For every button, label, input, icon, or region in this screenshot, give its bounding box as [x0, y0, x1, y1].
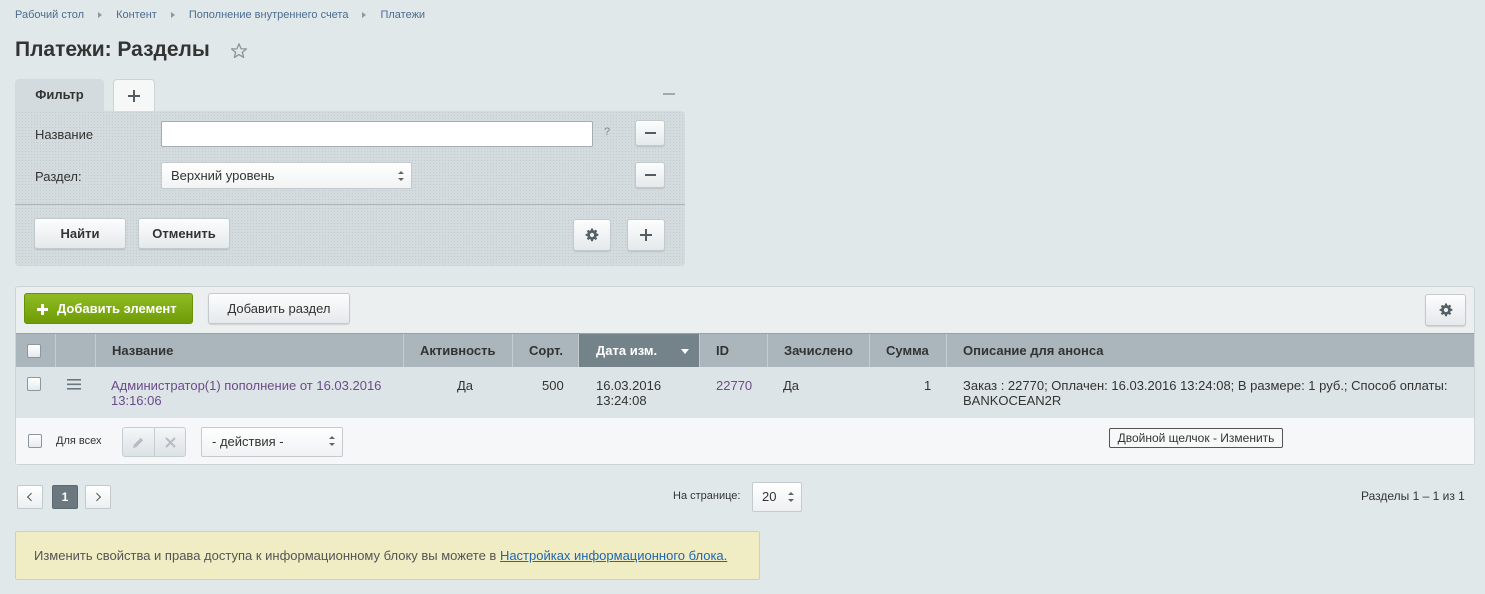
dblclick-hint-tooltip: Двойной щелчок - Изменить: [1109, 428, 1283, 448]
column-header-id[interactable]: ID: [700, 334, 768, 368]
per-page-label: На странице:: [673, 490, 741, 502]
column-header-active[interactable]: Активность: [404, 334, 513, 368]
column-header-sort[interactable]: Сорт.: [513, 334, 579, 368]
cancel-button[interactable]: Отменить: [138, 218, 230, 249]
add-filter-field-button[interactable]: [627, 219, 665, 251]
breadcrumb: Рабочий стол Контент Пополнение внутренн…: [15, 9, 425, 21]
row-checkbox[interactable]: [27, 377, 41, 391]
iblock-settings-link[interactable]: Настройках информационного блока.: [500, 548, 727, 563]
breadcrumb-item-payments[interactable]: Платежи: [380, 9, 425, 21]
for-all-checkbox[interactable]: [28, 434, 42, 448]
column-header-sum[interactable]: Сумма: [870, 334, 947, 368]
group-actions: [122, 427, 186, 457]
row-menu-icon[interactable]: [67, 379, 81, 390]
row-id-link[interactable]: 22770: [716, 378, 752, 393]
list-settings-button[interactable]: [1425, 294, 1466, 326]
minus-icon: [645, 174, 656, 176]
tab-filter[interactable]: Фильтр: [15, 79, 104, 111]
add-element-label: Добавить элемент: [57, 301, 177, 316]
info-text: Изменить свойства и права доступа к инфо…: [34, 548, 500, 563]
page-1-button[interactable]: 1: [52, 485, 78, 509]
add-filter-tab-button[interactable]: [113, 79, 155, 111]
column-header-date-label: Дата изм.: [596, 343, 658, 358]
for-all-label: Для всех: [56, 435, 102, 447]
header-checkbox-cell: [16, 334, 56, 368]
breadcrumb-item-account-topup[interactable]: Пополнение внутреннего счета: [189, 9, 349, 21]
filter-divider: [15, 204, 685, 205]
info-notice: Изменить свойства и права доступа к инфо…: [15, 531, 760, 580]
select-arrows-icon: [398, 171, 404, 181]
column-header-credited[interactable]: Зачислено: [768, 334, 870, 368]
filter-section-select[interactable]: Верхний уровень: [161, 162, 412, 189]
select-arrows-icon: [788, 492, 794, 502]
column-header-description[interactable]: Описание для анонса: [947, 334, 1474, 368]
sections-count: Разделы 1 – 1 из 1: [1361, 489, 1465, 503]
help-icon[interactable]: ?: [604, 126, 610, 138]
row-sort: 500: [542, 378, 564, 393]
column-header-name[interactable]: Название: [96, 334, 404, 368]
table-header: Название Активность Сорт. Дата изм. ID З…: [16, 333, 1474, 368]
prev-page-button[interactable]: [17, 485, 43, 509]
row-active: Да: [457, 378, 474, 393]
breadcrumb-separator-icon: [362, 12, 367, 18]
per-page-select[interactable]: 20: [752, 482, 802, 512]
remove-section-field-button[interactable]: [635, 162, 665, 188]
actions-select[interactable]: - действия -: [201, 427, 343, 457]
chevron-right-icon: [92, 492, 102, 502]
actions-select-value: - действия -: [212, 434, 284, 449]
add-section-button[interactable]: Добавить раздел: [208, 293, 350, 324]
star-icon[interactable]: [230, 42, 248, 60]
edit-pencil-icon[interactable]: [132, 436, 145, 449]
per-page-value: 20: [762, 489, 777, 504]
row-description: Заказ : 22770; Оплачен: 16.03.2016 13:24…: [963, 378, 1448, 408]
filter-name-label: Название: [35, 127, 94, 142]
delete-x-icon[interactable]: [165, 437, 176, 448]
breadcrumb-item-desktop[interactable]: Рабочий стол: [15, 9, 84, 21]
row-credited: Да: [783, 378, 800, 393]
column-header-date[interactable]: Дата изм.: [579, 334, 700, 368]
remove-name-field-button[interactable]: [635, 120, 665, 146]
sort-desc-icon: [681, 349, 689, 354]
select-arrows-icon: [329, 436, 335, 446]
table-row[interactable]: Администратор(1) пополнение от 16.03.201…: [16, 367, 1474, 418]
filter-name-input[interactable]: [161, 121, 593, 147]
minus-icon: [645, 132, 656, 134]
breadcrumb-separator-icon: [170, 12, 175, 18]
gear-icon: [585, 228, 599, 242]
find-button[interactable]: Найти: [34, 218, 126, 249]
row-date: 16.03.2016 13:24:08: [596, 378, 662, 408]
chevron-left-icon: [26, 492, 36, 502]
header-menu-cell: [56, 334, 96, 368]
filter-settings-button[interactable]: [573, 219, 611, 251]
add-element-button[interactable]: Добавить элемент: [24, 293, 193, 324]
next-page-button[interactable]: [85, 485, 111, 509]
page-title: Платежи: Разделы: [15, 38, 210, 61]
filter-section-label: Раздел:: [35, 169, 82, 184]
gear-icon: [1439, 303, 1452, 317]
filter-section-value: Верхний уровень: [171, 168, 275, 183]
row-sum: 1: [924, 378, 932, 393]
breadcrumb-separator-icon: [98, 12, 103, 18]
row-name-link[interactable]: Администратор(1) пополнение от 16.03.201…: [111, 378, 391, 408]
select-all-checkbox[interactable]: [27, 344, 41, 358]
group-actions-divider: [154, 428, 155, 456]
breadcrumb-item-content[interactable]: Контент: [116, 9, 157, 21]
collapse-filter-icon[interactable]: [663, 93, 675, 95]
